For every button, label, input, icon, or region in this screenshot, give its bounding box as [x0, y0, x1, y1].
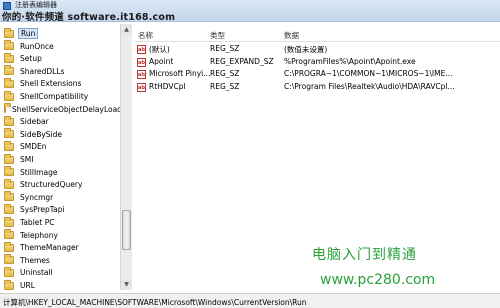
tree-item[interactable]: SharedDLLs	[0, 65, 120, 78]
scroll-down-arrow-icon[interactable]: ▼	[121, 279, 132, 290]
value-name: (默认)	[149, 45, 170, 54]
tree-item[interactable]: Syncmgr	[0, 191, 120, 204]
tree-item[interactable]: SMDEn	[0, 140, 120, 153]
tree-item-label: Syncmgr	[20, 192, 54, 202]
scroll-up-arrow-icon[interactable]: ▲	[121, 24, 132, 35]
tree-item-label: RunOnce	[20, 41, 54, 51]
folder-icon	[4, 266, 14, 277]
tree-item-label: SideBySide	[20, 129, 63, 139]
value-type: REG_SZ	[210, 44, 240, 53]
registry-tree[interactable]: Run RunOnce Setup SharedDLLs Shell Extension…	[0, 24, 132, 290]
tree-item[interactable]: Run	[0, 27, 120, 40]
tree-item[interactable]: Uninstall	[0, 266, 120, 279]
tree-item[interactable]: Themes	[0, 254, 120, 267]
tree-item-label: StillImage	[20, 167, 58, 177]
tree-item-label: URL	[20, 281, 35, 290]
tree-item-label: Tablet PC	[20, 218, 55, 227]
folder-icon	[4, 254, 14, 265]
title-bar: 注册表编辑器 你的·软件频道 software.it168.com	[0, 0, 500, 23]
list-row[interactable]: ab RtHDVCpl REG_SZ C:\Program Files\Realtek…	[134, 82, 500, 94]
tree-item[interactable]: Telephony	[0, 229, 120, 242]
folder-icon	[4, 77, 14, 88]
status-bar: 计算机\HKEY_LOCAL_MACHINE\SOFTWARE\Microsof…	[0, 293, 500, 308]
tree-item-label: SharedDLLs	[20, 66, 65, 76]
folder-icon	[4, 216, 14, 227]
tree-item[interactable]: ShellCompatibility	[0, 90, 120, 103]
tree-item[interactable]: ShellServiceObjectDelayLoad	[0, 103, 122, 116]
tree-item[interactable]: RunOnce	[0, 40, 120, 53]
registry-editor-window: 注册表编辑器 你的·软件频道 software.it168.com Run Run…	[0, 0, 500, 308]
tree-item[interactable]: StructuredQuery	[0, 178, 120, 191]
list-header: 名称 类型 数据	[134, 30, 500, 42]
list-row[interactable]: ab Apoint REG_EXPAND_SZ %ProgramFiles%\Apoi…	[134, 57, 500, 69]
tree-item[interactable]: ThemeManager	[0, 241, 120, 254]
value-type: REG_SZ	[210, 69, 240, 78]
folder-icon	[4, 166, 14, 177]
tree-item[interactable]: Tablet PC	[0, 216, 120, 229]
folder-icon	[4, 203, 14, 214]
tree-item[interactable]: SideBySide	[0, 128, 120, 141]
column-header-data[interactable]: 数据	[284, 30, 299, 41]
folder-icon	[4, 27, 14, 38]
column-header-name[interactable]: 名称	[138, 30, 153, 41]
folder-icon	[4, 52, 14, 63]
folder-icon	[4, 178, 14, 189]
tree-item[interactable]: Setup	[0, 52, 120, 65]
tree-item-label: ShellCompatibility	[20, 92, 89, 101]
value-data: C:\PROGRA~1\COMMON~1\MICROS~1\IME...	[284, 69, 453, 78]
string-value-icon: ab	[137, 82, 146, 92]
tree-item-label: ShellServiceObjectDelayLoad	[12, 104, 122, 114]
value-name: Apoint	[149, 56, 174, 66]
string-value-icon: ab	[137, 70, 146, 79]
folder-icon	[4, 115, 14, 126]
value-name: RtHDVCpl	[149, 81, 186, 91]
tree-item-label: ThemeManager	[20, 243, 79, 253]
scroll-thumb[interactable]	[122, 210, 131, 250]
string-value-icon: ab	[137, 57, 146, 67]
tree-item[interactable]: Sidebar	[0, 115, 120, 128]
tree-item-label: Telephony	[20, 230, 58, 240]
folder-icon	[4, 191, 14, 202]
tree-item-label: SysPrepTapi	[20, 205, 65, 215]
value-data: (数值未设置)	[284, 45, 328, 54]
tree-item[interactable]: SysPrepTapi	[0, 203, 120, 216]
folder-icon	[4, 279, 14, 290]
string-value-icon: ab	[137, 45, 146, 54]
folder-icon	[4, 241, 14, 252]
folder-icon	[4, 229, 14, 240]
folder-icon	[4, 103, 11, 114]
tree-item[interactable]: SMI	[0, 153, 120, 166]
tree-item-label: Sidebar	[20, 117, 49, 127]
value-type: REG_EXPAND_SZ	[210, 56, 274, 66]
column-header-type[interactable]: 类型	[210, 30, 225, 41]
watermark-text: 你的·软件频道 software.it168.com	[2, 12, 176, 23]
status-path: 计算机\HKEY_LOCAL_MACHINE\SOFTWARE\Microsof…	[3, 298, 307, 307]
tree-scrollbar[interactable]: ▲ ▼	[120, 24, 132, 290]
tree-item-label: Uninstall	[20, 268, 53, 278]
list-row[interactable]: ab Microsoft Pinyi... REG_SZ C:\PROGRA~1\CO…	[134, 69, 500, 81]
tree-item-label: StructuredQuery	[20, 180, 83, 190]
value-name: Microsoft Pinyi...	[149, 69, 211, 78]
tree-item-label: SMI	[20, 155, 34, 164]
tree-item[interactable]: StillImage	[0, 166, 120, 179]
value-data: C:\Program Files\Realtek\Audio\HDA\RAVCp…	[284, 81, 455, 91]
list-row[interactable]: ab (默认) REG_SZ (数值未设置)	[134, 44, 500, 56]
folder-icon	[4, 40, 14, 51]
tree-item-label: Themes	[20, 255, 50, 265]
folder-icon	[4, 140, 14, 151]
folder-icon	[4, 153, 14, 164]
site-logo-name: 电脑入门到精通	[312, 247, 417, 263]
tree-item[interactable]: URL	[0, 279, 120, 290]
folder-icon	[4, 128, 14, 139]
tree-item[interactable]: Shell Extensions	[0, 77, 120, 90]
value-data: %ProgramFiles%\Apoint\Apoint.exe	[284, 56, 416, 66]
folder-icon	[4, 65, 14, 76]
tree-item-label: SMDEn	[20, 142, 47, 152]
folder-icon	[4, 90, 14, 101]
tree-item-label: Run	[18, 28, 39, 39]
value-type: REG_SZ	[210, 81, 240, 91]
tree-item-label: Shell Extensions	[20, 79, 82, 89]
site-logo-url: www.pc280.com	[320, 272, 436, 288]
tree-item-label: Setup	[20, 54, 42, 64]
